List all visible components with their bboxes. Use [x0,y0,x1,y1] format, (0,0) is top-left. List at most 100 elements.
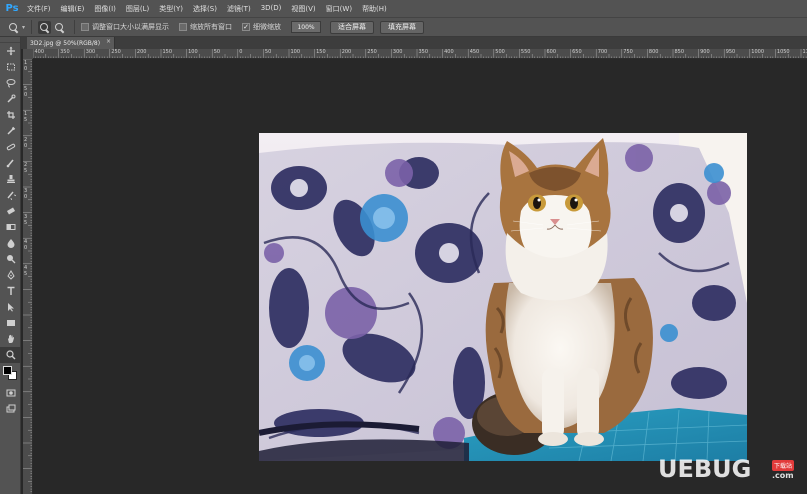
resize-windows-checkbox[interactable]: 调整窗口大小以满屏显示 [81,22,169,32]
ruler-label: 750 [623,49,633,55]
watermark-logo: UEBUG 下载站 .com [658,455,800,489]
brush-icon [6,159,14,168]
hand-icon [7,334,14,343]
app-logo: Ps [5,3,19,14]
ruler-label: 0 [24,194,28,200]
ruler-label: 500 [495,49,505,55]
document-tab[interactable]: 3D2.jpg @ 50%(RGB/8) × [27,37,116,49]
ruler-label: 0 [24,142,28,149]
gradient-tool[interactable] [0,219,21,235]
menu-item[interactable]: 文件(F) [22,4,56,14]
options-bar: ▾ 调整窗口大小以满屏显示 缩放所有窗口 ✓ 细微缩放 100% 适合屏幕 填充… [0,17,807,37]
clone-stamp-tool[interactable] [0,171,21,187]
pen-tool[interactable] [0,267,21,283]
screen-mode-button[interactable] [0,401,21,417]
ruler-label: 700 [597,49,608,55]
quick-mask-button[interactable] [0,385,21,401]
quick-mask-icon [6,389,15,397]
ruler-label: 200 [136,49,147,55]
eraser-icon [6,207,15,215]
ruler-label: 5 [24,219,28,226]
menu-item[interactable]: 滤镜(T) [222,4,256,14]
crop-tool[interactable] [0,107,21,123]
ruler-label: 1100 [802,49,807,55]
type-icon [7,286,14,295]
horizontal-ruler[interactable]: 400 350 300 250 200 150 100 50 0 50 100 150 200 250 30… [33,49,807,59]
document-tab-title: 3D2.jpg @ 50%(RGB/8) [30,39,101,47]
move-tool[interactable] [0,43,21,59]
tools-panel [0,37,21,494]
canvas-area[interactable] [33,59,807,494]
menu-item[interactable]: 视图(V) [286,4,320,14]
zoom-in-button[interactable] [38,20,52,34]
zoom-out-icon [54,22,65,33]
zoom-tool[interactable] [0,347,21,363]
ruler-label: 850 [674,49,685,55]
hand-tool[interactable] [0,331,21,347]
path-select-tool[interactable] [0,299,21,315]
fill-screen-button[interactable]: 填充屏幕 [380,20,425,34]
ruler-label: 1050 [776,49,790,55]
menu-item[interactable]: 编辑(E) [56,4,90,14]
tool-preset-picker[interactable]: ▾ [8,22,25,33]
ruler-label: 0 [24,245,28,252]
healing-brush-tool[interactable] [0,139,21,155]
divider [31,20,33,34]
healing-brush-icon [6,143,15,151]
ruler-label: 400 [444,49,454,55]
menu-item[interactable]: 图像(I) [89,4,121,14]
checkbox-box [179,23,188,31]
color-swatches [0,363,20,385]
lasso-tool[interactable] [0,75,21,91]
menu-item[interactable]: 图层(L) [121,4,154,14]
pen-icon [6,270,15,280]
zoom-all-windows-checkbox[interactable]: 缩放所有窗口 [179,22,232,32]
menu-item[interactable]: 3D(D) [256,4,287,14]
menu-item[interactable]: 类型(Y) [154,4,188,14]
ruler-label: 900 [700,49,710,55]
quick-select-icon [6,94,15,103]
vertical-ruler[interactable]: 105015202530354045 [23,59,33,494]
menu-bar: Ps 文件(F) 编辑(E) 图像(I) 图层(L) 类型(Y) 选择(S) 滤镜(T) 3D… [0,0,807,17]
eyedropper-icon [6,126,15,135]
checkbox-label: 调整窗口大小以满屏显示 [92,23,170,31]
menu-item[interactable]: 帮助(H) [357,4,392,14]
checkbox-label: 缩放所有窗口 [190,23,233,31]
ruler-label: 50 [264,49,272,55]
photoshop-window: Ps 文件(F) 编辑(E) 图像(I) 图层(L) 类型(Y) 选择(S) 滤镜(T) 3D… [0,0,807,494]
ruler-label: 0 [24,91,28,98]
dodge-tool[interactable] [0,251,21,267]
fit-screen-button[interactable]: 适合屏幕 [330,20,375,34]
quick-select-tool[interactable] [0,91,21,107]
ruler-label: 0 [239,49,243,55]
history-brush-tool[interactable] [0,187,21,203]
check-icon: ✓ [242,22,251,31]
ruler-label: 600 [546,49,557,55]
zoom-100-button[interactable]: 100% [291,21,322,33]
document-tab-bar: 3D2.jpg @ 50%(RGB/8) × [21,37,807,49]
document-image[interactable] [259,133,747,461]
marquee-tool[interactable] [0,59,21,75]
eraser-tool[interactable] [0,203,21,219]
ruler-label: 250 [111,49,121,55]
scrubby-zoom-checkbox[interactable]: ✓ 细微缩放 [242,22,281,32]
dodge-icon [6,255,15,264]
rectangle-tool[interactable] [0,315,21,331]
crop-icon [6,111,15,119]
zoom-out-button[interactable] [53,21,66,34]
brush-tool[interactable] [0,155,21,171]
clone-stamp-icon [6,175,15,183]
type-tool[interactable] [0,283,21,299]
watermark-main: UEBUG [658,455,752,483]
menu-item[interactable]: 选择(S) [188,4,222,14]
blur-tool[interactable] [0,235,21,251]
ruler-label: 0 [24,66,28,72]
ruler-origin[interactable] [23,49,33,59]
menu-item[interactable]: 窗口(W) [321,4,357,14]
eyedropper-tool[interactable] [0,123,21,139]
ruler-label: 800 [648,49,659,55]
close-icon[interactable]: × [106,38,111,45]
tool-list [0,43,21,363]
foreground-color-swatch[interactable] [3,366,12,375]
ruler-label: 550 [520,49,531,55]
